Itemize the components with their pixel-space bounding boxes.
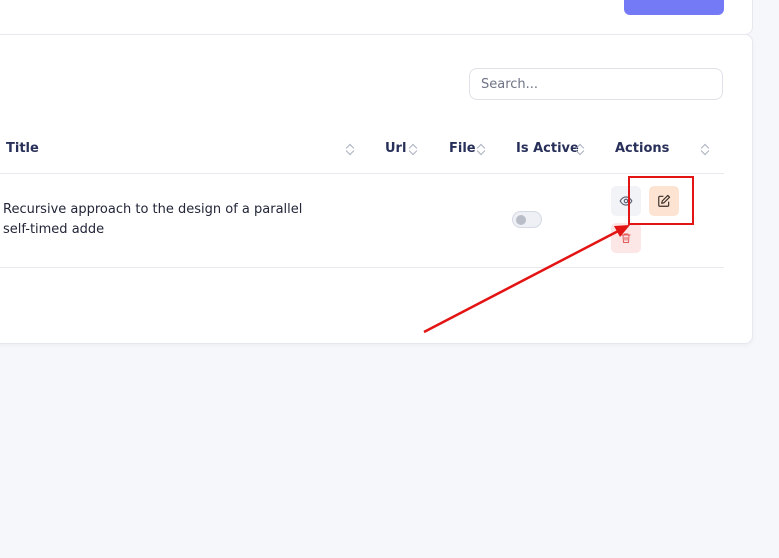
column-header-file[interactable]: File (449, 141, 476, 156)
column-header-is-active[interactable]: Is Active (516, 141, 579, 156)
delete-button[interactable] (611, 223, 641, 253)
sort-icon[interactable] (408, 142, 418, 158)
row-title: Recursive approach to the design of a pa… (3, 202, 303, 237)
sort-icon[interactable] (345, 142, 355, 158)
row-divider (0, 267, 724, 268)
sort-icon[interactable] (476, 142, 486, 158)
toggle-knob (516, 215, 526, 225)
header-divider (0, 173, 724, 174)
column-header-actions: Actions (615, 141, 670, 156)
search-input[interactable] (469, 68, 723, 100)
sort-icon[interactable] (700, 142, 710, 158)
trash-icon (621, 233, 631, 243)
column-header-url[interactable]: Url (385, 141, 406, 156)
highlight-box (628, 176, 694, 225)
is-active-toggle[interactable] (512, 211, 542, 228)
column-header-title[interactable]: Title (6, 141, 39, 156)
primary-action-button[interactable] (624, 0, 724, 15)
sort-icon[interactable] (575, 142, 585, 158)
